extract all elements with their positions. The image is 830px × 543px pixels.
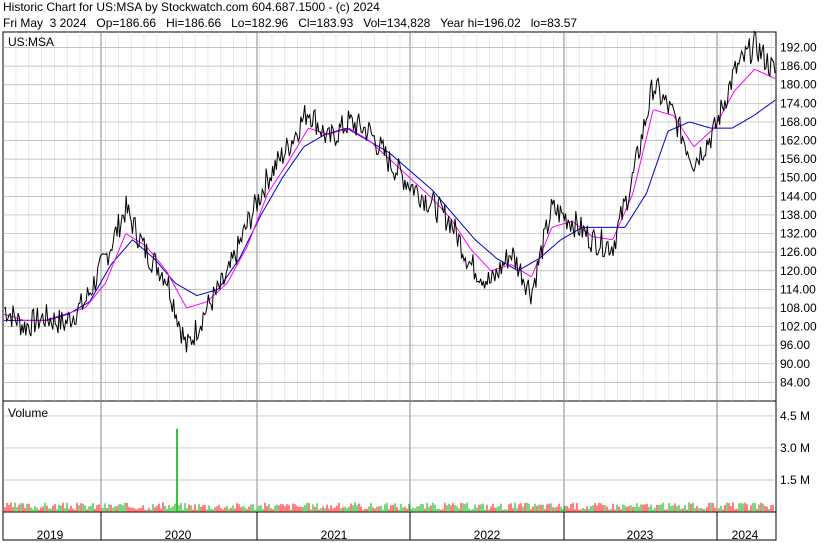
price-tick-label: 144.00 [780, 189, 817, 203]
year-label: 2019 [37, 528, 64, 542]
price-tick-label: 186.00 [780, 59, 817, 73]
symbol-label: US:MSA [8, 35, 54, 49]
price-tick-label: 90.00 [780, 357, 810, 371]
year-label: 2021 [321, 528, 348, 542]
volume-panel [2, 400, 777, 513]
price-tick-label: 132.00 [780, 227, 817, 241]
price-tick-label: 114.00 [780, 282, 816, 296]
price-tick-label: 102.00 [780, 320, 817, 334]
price-tick-label: 138.00 [780, 208, 817, 222]
year-label: 2024 [732, 528, 759, 542]
price-tick-label: 96.00 [780, 338, 810, 352]
price-tick-label: 192.00 [780, 41, 817, 55]
volume-tick-label: 3.0 M [780, 441, 810, 455]
price-tick-label: 120.00 [780, 264, 817, 278]
volume-tick-label: 4.5 M [780, 409, 810, 423]
price-tick-label: 156.00 [780, 152, 817, 166]
volume-axis-labels: 4.5 M 3.0 M 1.5 M [780, 409, 810, 487]
time-axis-band [2, 511, 777, 541]
price-tick-label: 108.00 [780, 301, 817, 315]
price-axis-labels: 192.00 186.00 180.00 174.00 168.00 162.00 156.… [780, 41, 817, 390]
price-tick-label: 126.00 [780, 245, 817, 259]
year-label: 2022 [474, 528, 501, 542]
volume-label: Volume [8, 406, 48, 420]
year-label: 2020 [165, 528, 192, 542]
stock-chart: 192.00 186.00 180.00 174.00 168.00 162.00 156.… [2, 30, 817, 542]
price-tick-label: 150.00 [780, 171, 817, 185]
price-tick-label: 180.00 [780, 78, 817, 92]
price-tick-label: 174.00 [780, 96, 817, 110]
price-tick-label: 84.00 [780, 375, 810, 389]
volume-tick-label: 1.5 M [780, 473, 810, 487]
price-tick-label: 168.00 [780, 115, 817, 129]
year-label: 2023 [627, 528, 654, 542]
price-tick-label: 162.00 [780, 134, 817, 148]
